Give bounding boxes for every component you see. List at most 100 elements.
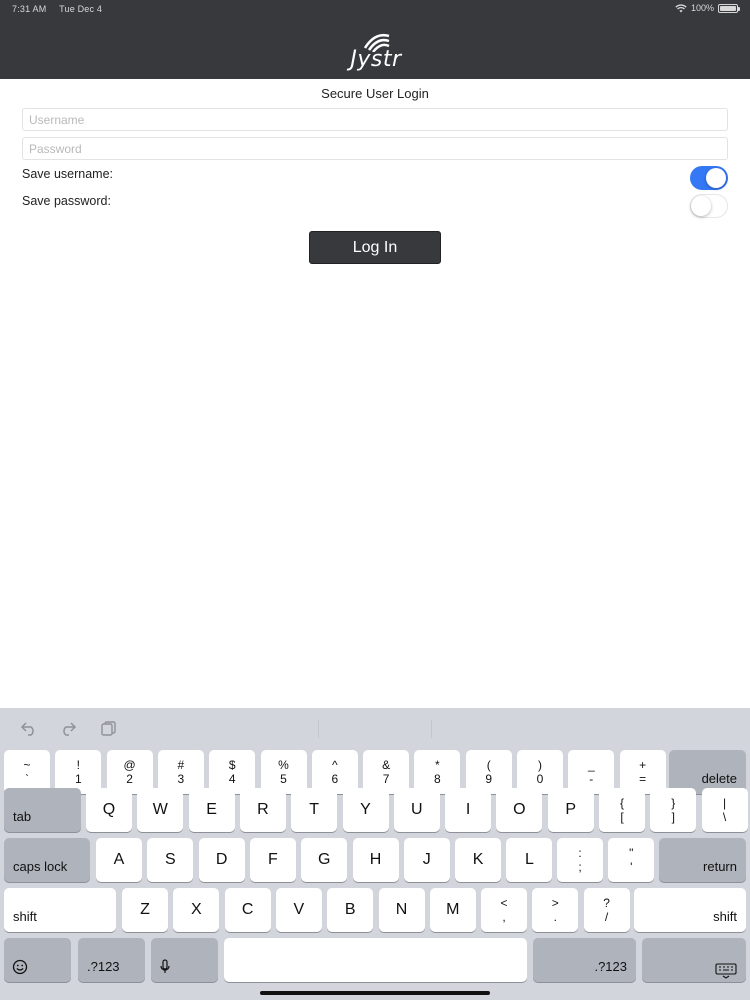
key-shift-symbol: ! xyxy=(76,758,80,772)
return-key[interactable]: return xyxy=(659,838,746,882)
key-n[interactable]: N xyxy=(378,888,425,932)
key-y[interactable]: Y xyxy=(342,788,389,832)
login-button[interactable]: Log In xyxy=(309,231,441,264)
key-shift-symbol: $ xyxy=(228,758,236,772)
battery-percent: 100% xyxy=(690,3,714,13)
tab-key[interactable]: tab xyxy=(4,788,81,832)
key-symbol: 7 xyxy=(382,772,390,786)
key-shift-symbol: { xyxy=(619,796,624,810)
key-shift-symbol: @ xyxy=(123,758,136,772)
key-s[interactable]: S xyxy=(147,838,194,882)
status-bar: 7:31 AM Tue Dec 4 100% xyxy=(0,0,750,18)
numbers-key-left[interactable]: .?123 xyxy=(78,938,145,982)
key-shift-symbol: _ xyxy=(587,758,595,772)
password-input[interactable] xyxy=(22,137,728,160)
key-p[interactable]: P xyxy=(547,788,594,832)
redo-icon[interactable] xyxy=(59,720,77,736)
key-shift-symbol: | xyxy=(723,796,727,810)
key-symbol: ] xyxy=(671,810,675,824)
undo-icon[interactable] xyxy=(20,720,38,736)
key-punct-1[interactable]: " ' xyxy=(608,838,655,882)
key-r[interactable]: R xyxy=(239,788,286,832)
toggle-knob xyxy=(706,168,726,188)
key-f[interactable]: F xyxy=(249,838,296,882)
key-shift-symbol: > xyxy=(551,896,559,910)
key-j[interactable]: J xyxy=(403,838,450,882)
key-punct-z-1[interactable]: >. xyxy=(532,888,579,932)
key-x[interactable]: X xyxy=(173,888,220,932)
space-bar[interactable] xyxy=(224,938,527,982)
key-m[interactable]: M xyxy=(429,888,476,932)
key-symbol: 8 xyxy=(434,772,441,786)
emoji-key[interactable] xyxy=(4,938,71,982)
key-symbol-1[interactable]: }] xyxy=(650,788,697,832)
key-a[interactable]: A xyxy=(96,838,142,882)
save-password-label: Save password: xyxy=(22,194,111,208)
key-punct-z-0[interactable]: <, xyxy=(481,888,527,932)
toolbar-divider xyxy=(431,720,432,738)
key-shift-symbol: ) xyxy=(538,758,542,772)
key-symbol: 0 xyxy=(536,772,544,786)
key-b[interactable]: B xyxy=(327,888,374,932)
key-k[interactable]: K xyxy=(455,838,502,882)
key-l[interactable]: L xyxy=(506,838,553,882)
key-symbol: / xyxy=(604,910,609,924)
key-symbol: . xyxy=(553,910,557,924)
key-shift-symbol: : xyxy=(578,846,582,860)
key-symbol-2[interactable]: | \ xyxy=(701,788,748,832)
key-z[interactable]: Z xyxy=(122,888,168,932)
app-header: 7:31 AM Tue Dec 4 100% Jystr xyxy=(0,0,750,79)
key-symbol: 9 xyxy=(485,772,493,786)
shift-right-key[interactable]: shift xyxy=(634,888,746,932)
key-g[interactable]: G xyxy=(301,838,348,882)
key-symbol: 5 xyxy=(280,772,287,786)
shift-left-key[interactable]: shift xyxy=(4,888,116,932)
numbers-key-right[interactable]: .?123 xyxy=(533,938,636,982)
emoji-icon xyxy=(12,959,27,975)
key-t[interactable]: T xyxy=(291,788,338,832)
wifi-icon xyxy=(675,3,687,12)
key-punct-z-2[interactable]: ? / xyxy=(583,888,630,932)
microphone-icon xyxy=(159,959,170,973)
key-h[interactable]: H xyxy=(352,838,399,882)
key-symbol-0[interactable]: {[ xyxy=(599,788,645,832)
key-c[interactable]: C xyxy=(224,888,271,932)
key-shift-symbol: < xyxy=(500,896,508,910)
paste-icon[interactable] xyxy=(100,720,118,736)
key-symbol: \ xyxy=(722,810,727,824)
toggle-knob xyxy=(691,195,711,216)
key-symbol: 6 xyxy=(331,772,339,786)
key-w[interactable]: W xyxy=(137,788,184,832)
key-symbol: [ xyxy=(620,810,624,824)
key-symbol: 1 xyxy=(74,772,82,786)
username-input[interactable] xyxy=(22,108,728,131)
key-symbol: 3 xyxy=(177,772,185,786)
key-d[interactable]: D xyxy=(198,838,245,882)
jystr-logo: Jystr xyxy=(345,28,407,72)
key-v[interactable]: V xyxy=(275,888,322,932)
key-shift-symbol: # xyxy=(177,758,185,772)
caps-lock-key[interactable]: caps lock xyxy=(4,838,90,882)
key-punct-0[interactable]: :; xyxy=(557,838,603,882)
toolbar-divider xyxy=(318,720,319,738)
key-shift-symbol: % xyxy=(278,758,289,772)
on-screen-keyboard: ~ `! 1 @2 #3 $4% 5 ^ 6 & 7 * 8(9) 0 _ - + = delete tab Q W E R T… xyxy=(0,708,750,1000)
hide-keyboard-key[interactable] xyxy=(642,938,746,982)
key-q[interactable]: Q xyxy=(86,788,132,832)
battery-icon xyxy=(718,3,740,13)
save-username-toggle[interactable] xyxy=(690,166,728,190)
save-password-toggle[interactable] xyxy=(690,194,728,218)
dictation-key[interactable] xyxy=(151,938,218,982)
key-shift-symbol: ^ xyxy=(331,758,338,772)
key-shift-symbol: ( xyxy=(486,758,491,772)
key-shift-symbol: } xyxy=(671,796,676,810)
page-title: Secure User Login xyxy=(321,86,429,101)
status-date: Tue Dec 4 xyxy=(59,4,103,14)
key-symbol: ` xyxy=(25,772,29,786)
key-i[interactable]: I xyxy=(445,788,492,832)
key-shift-symbol: * xyxy=(435,758,440,772)
key-shift-symbol: ~ xyxy=(23,758,31,772)
key-o[interactable]: O xyxy=(496,788,543,832)
key-u[interactable]: U xyxy=(393,788,440,832)
key-e[interactable]: E xyxy=(188,788,235,832)
